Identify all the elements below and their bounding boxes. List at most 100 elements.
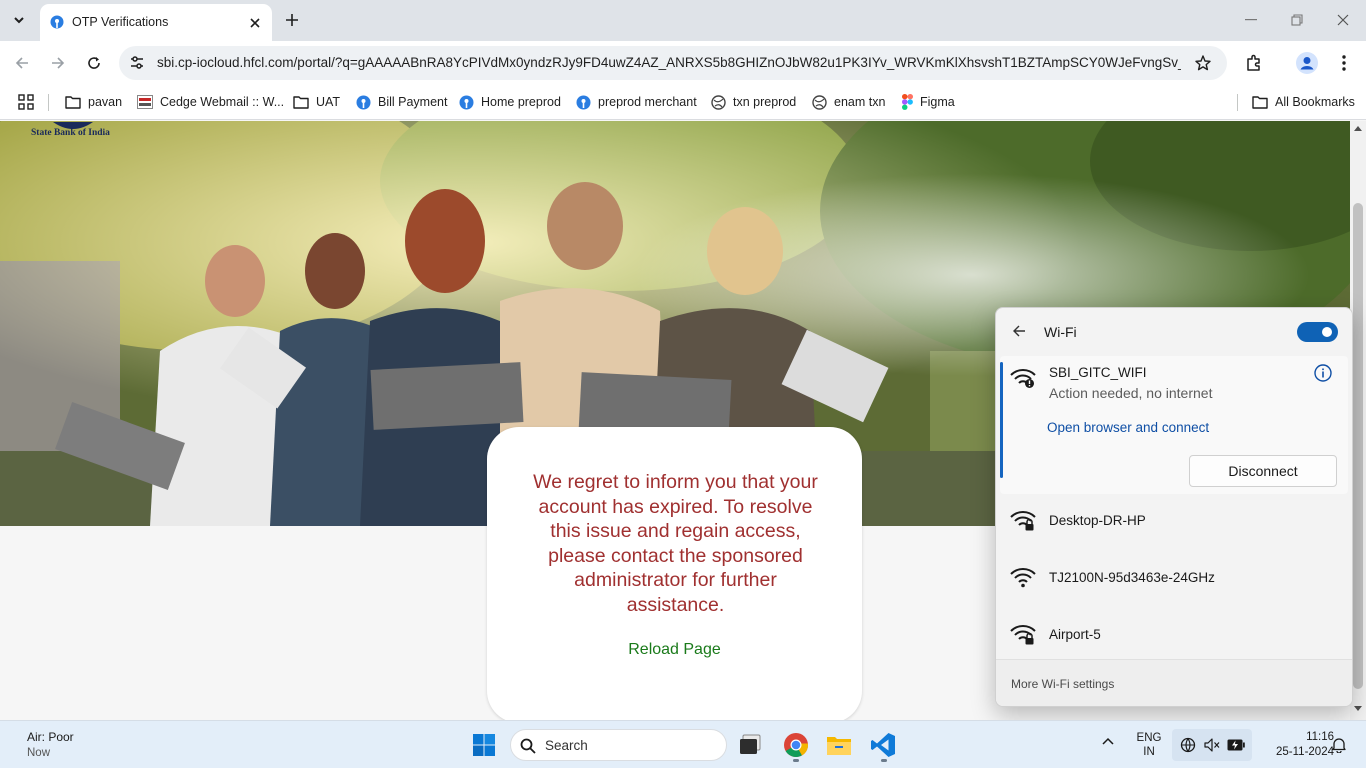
reload-page-link[interactable]: Reload Page — [487, 641, 862, 659]
vscode-icon — [871, 733, 895, 757]
folder-icon — [827, 737, 851, 755]
wifi-secured-icon — [1010, 509, 1036, 531]
minimize-icon — [1245, 19, 1257, 21]
show-hidden-icons[interactable] — [1102, 737, 1114, 745]
battery-charging-icon — [1227, 739, 1245, 751]
taskbar: Air: Poor Now Search ENG IN 11:16 25-11-… — [0, 720, 1366, 768]
vscode-taskbar-button[interactable] — [867, 729, 899, 761]
globe-icon — [711, 94, 726, 110]
scroll-down-icon[interactable] — [1354, 706, 1362, 712]
tab-title: OTP Verifications — [72, 15, 169, 29]
bookmark-uat[interactable]: UAT — [293, 93, 340, 111]
browser-toolbar: sbi.cp-iocloud.hfcl.com/portal/?q=gAAAAA… — [0, 41, 1366, 85]
connected-network-name: SBI_GITC_WIFI — [1049, 365, 1147, 380]
bookmarks-divider — [1237, 94, 1238, 111]
site-info-icon[interactable] — [128, 54, 146, 72]
bookmark-cedge-webmail[interactable]: Cedge Webmail :: W... — [137, 93, 284, 111]
notification-bell-icon[interactable] — [1332, 737, 1346, 753]
bookmark-txn-preprod[interactable]: txn preprod — [711, 93, 796, 111]
close-window-button[interactable] — [1328, 8, 1358, 32]
restore-button[interactable] — [1282, 8, 1312, 32]
toggle-knob — [1322, 327, 1332, 337]
open-browser-connect-link[interactable]: Open browser and connect — [1047, 420, 1209, 435]
wifi-flyout: Wi-Fi SBI_GITC_WIFI Action needed, no in… — [995, 307, 1353, 707]
address-bar[interactable]: sbi.cp-iocloud.hfcl.com/portal/?q=gAAAAA… — [119, 46, 1227, 80]
message-card: We regret to inform you that your accoun… — [487, 427, 862, 720]
scrollbar-thumb[interactable] — [1353, 203, 1363, 689]
file-explorer-button[interactable] — [823, 729, 855, 761]
minimize-button[interactable] — [1236, 8, 1266, 32]
bookmarks-divider — [48, 94, 49, 111]
tab-search-button[interactable] — [6, 8, 32, 32]
wifi-network-item[interactable]: TJ2100N-95d3463e-24GHz — [996, 553, 1352, 609]
bookmark-star-icon[interactable] — [1194, 54, 1212, 72]
extensions-button[interactable] — [1241, 50, 1267, 76]
weather-widget[interactable]: Air: Poor Now — [27, 729, 74, 761]
language-indicator[interactable]: ENG IN — [1134, 731, 1164, 759]
reload-button[interactable] — [81, 50, 107, 76]
pin-icon — [459, 95, 474, 110]
bookmark-enam-txn[interactable]: enam txn — [812, 93, 885, 111]
all-bookmarks-label: All Bookmarks — [1275, 95, 1355, 109]
wifi-toggle[interactable] — [1297, 322, 1338, 342]
url-text[interactable]: sbi.cp-iocloud.hfcl.com/portal/?q=gAAAAA… — [157, 55, 1181, 70]
wifi-network-item[interactable]: Airport-5 — [996, 610, 1352, 666]
arrow-left-icon — [15, 57, 28, 69]
folder-icon — [65, 95, 81, 109]
bookmark-label: UAT — [316, 95, 341, 109]
running-indicator — [881, 759, 887, 762]
back-button[interactable] — [9, 50, 35, 76]
task-view-button[interactable] — [734, 729, 766, 761]
bookmark-label: Bill Payment — [378, 95, 448, 109]
volume-muted-icon — [1204, 738, 1220, 752]
pin-icon — [356, 95, 371, 110]
start-button[interactable] — [468, 729, 500, 761]
bookmark-label: pavan — [88, 95, 123, 109]
wifi-footer: More Wi-Fi settings — [996, 659, 1352, 706]
forward-button[interactable] — [45, 50, 71, 76]
apps-grid-icon — [18, 94, 34, 110]
bookmark-pavan[interactable]: pavan — [65, 93, 122, 111]
language-code: ENG — [1136, 732, 1162, 744]
bookmark-label: Figma — [920, 95, 955, 109]
weather-subtitle: Now — [27, 747, 51, 759]
chevron-down-icon — [14, 17, 24, 24]
bookmarks-bar: pavan Cedge Webmail :: W... UAT Bill Pay… — [0, 85, 1366, 120]
bookmark-label: preprod merchant — [598, 95, 697, 109]
more-wifi-settings-link[interactable]: More Wi-Fi settings — [1011, 677, 1114, 691]
disconnect-button[interactable]: Disconnect — [1189, 455, 1337, 487]
network-name: Airport-5 — [1049, 627, 1101, 642]
network-globe-icon — [1180, 737, 1196, 753]
bookmark-preprod-merchant[interactable]: preprod merchant — [576, 93, 697, 111]
new-tab-button[interactable] — [280, 8, 304, 32]
bookmark-bill-payment[interactable]: Bill Payment — [356, 93, 447, 111]
chrome-taskbar-button[interactable] — [780, 729, 812, 761]
tab-strip: OTP Verifications — [0, 0, 1366, 41]
tab-close-icon[interactable] — [245, 13, 265, 33]
bookmark-home-preprod[interactable]: Home preprod — [459, 93, 561, 111]
clock[interactable]: 11:16 25-11-2024 — [1254, 730, 1334, 760]
info-icon[interactable] — [1314, 364, 1332, 382]
pin-icon — [576, 95, 591, 110]
clock-date: 25-11-2024 — [1276, 746, 1334, 758]
taskbar-search[interactable]: Search — [510, 729, 727, 761]
menu-button[interactable] — [1331, 50, 1357, 76]
wifi-open-icon — [1010, 566, 1036, 588]
profile-button[interactable] — [1294, 50, 1320, 76]
globe-icon — [812, 94, 827, 110]
bookmark-figma[interactable]: Figma — [902, 93, 955, 111]
tab-otp-verifications[interactable]: OTP Verifications — [40, 4, 272, 41]
scroll-up-icon[interactable] — [1354, 125, 1362, 131]
bookmark-label: Home preprod — [481, 95, 561, 109]
restore-icon — [1291, 14, 1303, 26]
system-tray-quick-settings[interactable] — [1172, 729, 1252, 761]
arrow-right-icon — [52, 57, 65, 69]
plus-icon — [286, 14, 298, 26]
cedge-icon — [137, 95, 153, 109]
wifi-network-item[interactable]: Desktop-DR-HP — [996, 496, 1352, 552]
apps-button[interactable] — [18, 93, 34, 111]
figma-icon — [902, 94, 913, 110]
back-arrow-icon[interactable] — [1012, 324, 1026, 338]
all-bookmarks-button[interactable]: All Bookmarks — [1252, 93, 1355, 111]
search-label: Search — [545, 738, 588, 753]
